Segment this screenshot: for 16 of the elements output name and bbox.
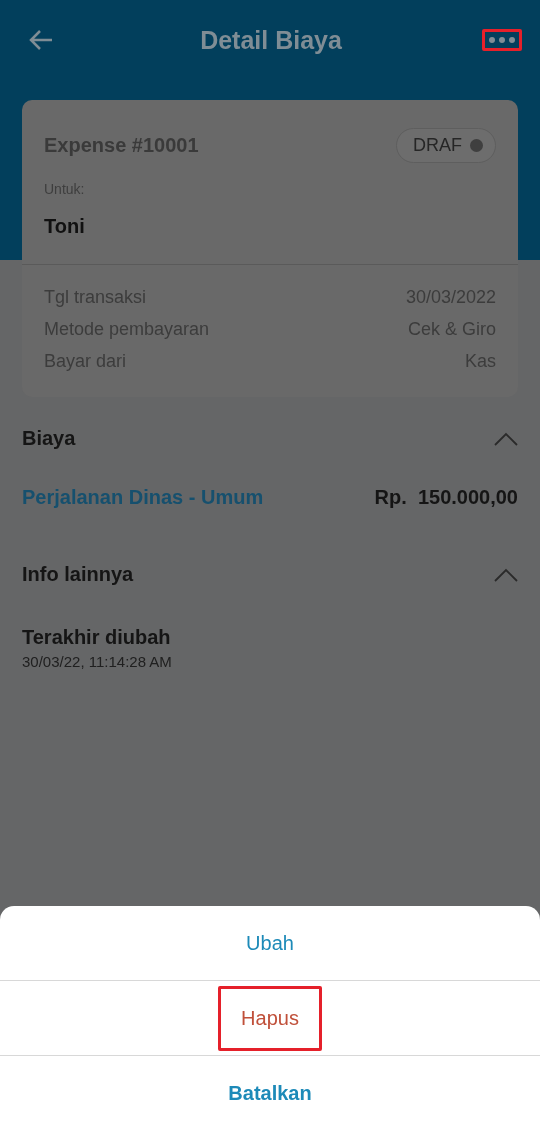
action-button[interactable]: Ubah — [223, 910, 317, 976]
line-amount: Rp. 150.000,00 — [374, 486, 518, 509]
action-button[interactable]: Batalkan — [205, 1060, 335, 1126]
section-title: Info lainnya — [22, 563, 134, 586]
chevron-up-icon[interactable] — [494, 431, 518, 446]
status-label: DRAF — [413, 135, 462, 156]
section-title: Biaya — [22, 427, 76, 450]
page-title: Detail Biaya — [200, 25, 342, 55]
back-arrow-icon — [28, 29, 54, 51]
info-value: 30/03/22, 11:14:28 AM — [22, 653, 173, 670]
info-label: Terakhir diubah — [22, 626, 172, 649]
for-value: Toni — [44, 215, 86, 238]
chevron-up-icon[interactable] — [494, 567, 518, 582]
action-button[interactable]: Hapus — [218, 985, 322, 1051]
more-icon — [488, 36, 516, 44]
more-menu-button[interactable] — [482, 29, 522, 51]
